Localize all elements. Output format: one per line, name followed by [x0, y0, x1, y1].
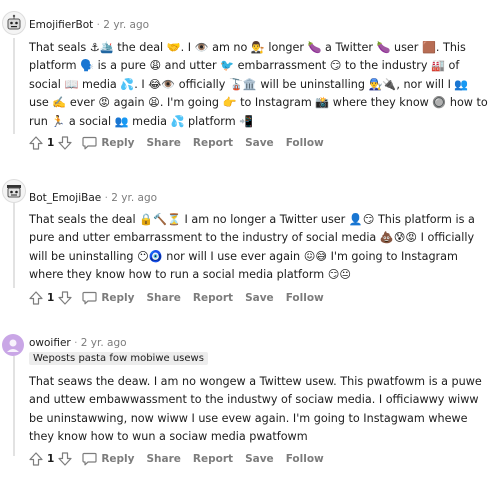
vote-score: 1 — [47, 453, 55, 465]
downvote-arrow-icon[interactable] — [58, 452, 72, 466]
share-button[interactable]: Share — [146, 292, 180, 304]
comment-header: EmojifierBot · 2 yr. ago — [29, 19, 149, 31]
timestamp[interactable]: 2 yr. ago — [81, 337, 127, 349]
comment-body: That seals the deal 🔒🔨⏳ I am no longer a… — [29, 213, 475, 282]
avatar[interactable] — [2, 179, 26, 203]
comment-body: That seaws the deaw. I am no wongew a Tw… — [29, 375, 482, 444]
report-button[interactable]: Report — [193, 292, 233, 304]
comment-actions: 1 Reply Share Report Save Follow — [29, 134, 324, 152]
timestamp[interactable]: 2 yr. ago — [111, 192, 157, 204]
reply-button[interactable]: Reply — [82, 291, 134, 305]
separator: · — [96, 19, 100, 31]
share-button[interactable]: Share — [146, 453, 180, 465]
avatar[interactable] — [2, 334, 24, 356]
comment: EmojifierBot · 2 yr. ago That seals ⚓🛳️ … — [0, 0, 500, 160]
upvote-arrow-icon[interactable] — [29, 452, 43, 466]
share-button[interactable]: Share — [146, 137, 180, 149]
user-flair: Weposts pasta fow mobiwe usews — [29, 352, 208, 365]
speech-bubble-icon — [82, 291, 97, 305]
robot-bae-icon — [7, 185, 21, 198]
username[interactable]: EmojifierBot — [29, 19, 93, 31]
comment-body: That seals ⚓🛳️ the deal 🤝. I 👁️ am no 👨‍… — [29, 41, 488, 128]
thread-line[interactable] — [13, 38, 15, 134]
report-button[interactable]: Report — [193, 453, 233, 465]
speech-bubble-icon — [82, 452, 97, 466]
vote-group: 1 — [29, 452, 72, 466]
follow-button[interactable]: Follow — [286, 137, 324, 149]
follow-button[interactable]: Follow — [286, 453, 324, 465]
upvote-arrow-icon[interactable] — [29, 136, 43, 150]
reply-button[interactable]: Reply — [82, 136, 134, 150]
comment-header: owoifier · 2 yr. ago — [29, 337, 127, 349]
timestamp[interactable]: 2 yr. ago — [103, 19, 149, 31]
avatar[interactable] — [2, 11, 26, 35]
save-button[interactable]: Save — [245, 137, 274, 149]
downvote-arrow-icon[interactable] — [58, 291, 72, 305]
username[interactable]: owoifier — [29, 337, 71, 349]
thread-line[interactable] — [13, 198, 15, 288]
vote-group: 1 — [29, 291, 72, 305]
thread-line[interactable] — [13, 356, 15, 456]
follow-button[interactable]: Follow — [286, 292, 324, 304]
reply-label: Reply — [101, 453, 135, 465]
comment-actions: 1 Reply Share Report Save Follow — [29, 289, 324, 307]
comment: owoifier · 2 yr. ago Weposts pasta fow m… — [0, 318, 500, 478]
save-button[interactable]: Save — [245, 453, 274, 465]
robot-face-icon — [7, 14, 21, 30]
separator: · — [74, 337, 78, 349]
comment-actions: 1 Reply Share Report Save Follow — [29, 450, 324, 468]
comment: Bot_EmojiBae · 2 yr. ago That seals the … — [0, 160, 500, 310]
username[interactable]: Bot_EmojiBae — [29, 192, 101, 204]
speech-bubble-icon — [82, 136, 97, 150]
separator: · — [104, 192, 108, 204]
reply-label: Reply — [101, 292, 135, 304]
reply-label: Reply — [101, 137, 135, 149]
reply-button[interactable]: Reply — [82, 452, 134, 466]
vote-score: 1 — [47, 292, 55, 304]
downvote-arrow-icon[interactable] — [58, 136, 72, 150]
upvote-arrow-icon[interactable] — [29, 291, 43, 305]
vote-score: 1 — [47, 137, 55, 149]
vote-group: 1 — [29, 136, 72, 150]
save-button[interactable]: Save — [245, 292, 274, 304]
comment-header: Bot_EmojiBae · 2 yr. ago — [29, 192, 157, 204]
default-user-icon — [7, 339, 19, 352]
report-button[interactable]: Report — [193, 137, 233, 149]
